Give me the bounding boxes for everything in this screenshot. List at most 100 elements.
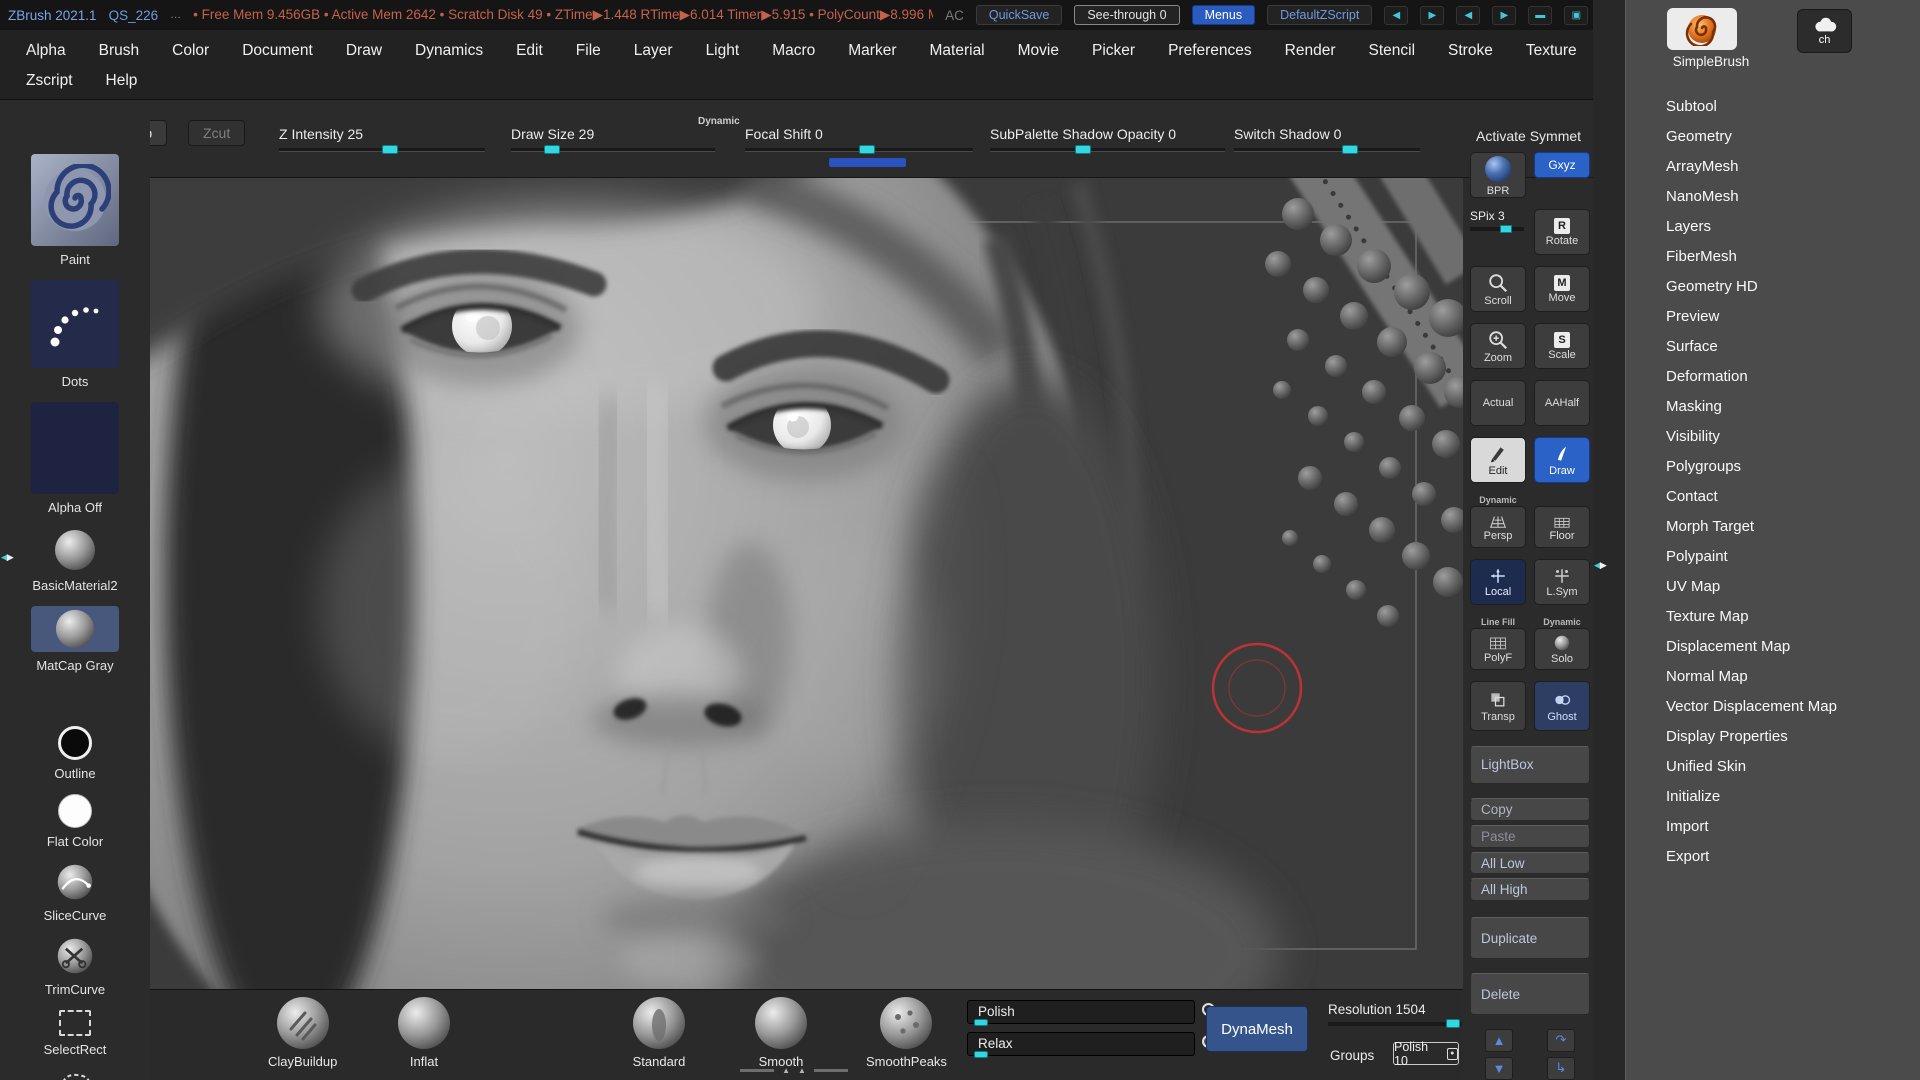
scroll-button[interactable]: Scroll — [1470, 266, 1526, 312]
switch-shadow-slider[interactable]: Switch Shadow 0 — [1234, 126, 1420, 152]
focal-shift-slider[interactable]: Focal Shift 0 — [745, 126, 973, 152]
palette-item-layers[interactable]: Layers — [1626, 212, 1920, 242]
menu-render[interactable]: Render — [1285, 42, 1336, 60]
menu-file[interactable]: File — [576, 42, 601, 60]
palette-item-uv-map[interactable]: UV Map — [1626, 572, 1920, 602]
menu-material[interactable]: Material — [930, 42, 985, 60]
brush-standard[interactable]: Standard — [631, 995, 687, 1069]
sculpt-viewport[interactable] — [150, 178, 1463, 989]
menu-color[interactable]: Color — [172, 42, 209, 60]
slider-thumb[interactable] — [974, 1051, 988, 1058]
palette-item-fibermesh[interactable]: FiberMesh — [1626, 242, 1920, 272]
right-panel-divider-handle[interactable]: ◀▶ — [1594, 560, 1606, 571]
menu-edit[interactable]: Edit — [516, 42, 543, 60]
menus-button[interactable]: Menus — [1192, 5, 1256, 25]
copy-button[interactable]: Copy — [1470, 798, 1590, 821]
solo-button[interactable]: Solo — [1534, 628, 1590, 670]
material-item[interactable]: BasicMaterial2 — [32, 528, 117, 593]
slider-thumb[interactable] — [382, 145, 398, 154]
menu-stencil[interactable]: Stencil — [1369, 42, 1416, 60]
palette-item-display-properties[interactable]: Display Properties — [1626, 722, 1920, 752]
palette-item-preview[interactable]: Preview — [1626, 302, 1920, 332]
transp-button[interactable]: Transp — [1470, 681, 1526, 731]
outline-color-swatch[interactable] — [58, 726, 92, 760]
palette-item-displacement-map[interactable]: Displacement Map — [1626, 632, 1920, 662]
palette-item-import[interactable]: Import — [1626, 812, 1920, 842]
dock-left-icon[interactable]: ◀ — [1384, 6, 1408, 25]
palette-item-contact[interactable]: Contact — [1626, 482, 1920, 512]
palette-item-geometry[interactable]: Geometry — [1626, 122, 1920, 152]
slider-thumb[interactable] — [1446, 1019, 1460, 1028]
menu-preferences[interactable]: Preferences — [1168, 42, 1252, 60]
draw-size-slider[interactable]: Draw Size 29 — [511, 126, 715, 152]
paint-brush-thumbnail[interactable] — [31, 154, 119, 246]
all-high-button[interactable]: All High — [1470, 878, 1590, 901]
trim-curve-icon[interactable] — [55, 936, 95, 976]
slider-thumb[interactable] — [1342, 145, 1358, 154]
activate-symmetry-button[interactable]: Activate Symmet — [1476, 128, 1581, 144]
aahalf-button[interactable]: AAHalf — [1534, 380, 1590, 426]
scale-button[interactable]: S Scale — [1534, 323, 1590, 369]
rotate-button[interactable]: R Rotate — [1534, 209, 1590, 255]
menu-zscript[interactable]: Zscript — [26, 72, 73, 90]
palette-item-texture-map[interactable]: Texture Map — [1626, 602, 1920, 632]
palette-item-geometry-hd[interactable]: Geometry HD — [1626, 272, 1920, 302]
palette-item-unified-skin[interactable]: Unified Skin — [1626, 752, 1920, 782]
slider-thumb[interactable] — [1075, 145, 1091, 154]
edit-button[interactable]: Edit — [1470, 437, 1526, 483]
draw-button[interactable]: Draw — [1534, 437, 1590, 483]
dynamesh-polish-slider[interactable]: Polish 10 ● — [1393, 1042, 1459, 1065]
palette-item-morph-target[interactable]: Morph Target — [1626, 512, 1920, 542]
menu-draw[interactable]: Draw — [346, 42, 382, 60]
lsym-button[interactable]: L.Sym — [1534, 559, 1590, 605]
select-lasso-icon[interactable] — [55, 1070, 95, 1080]
current-brush-item[interactable]: Paint — [31, 154, 119, 267]
resolution-slider[interactable]: Resolution 1504 — [1328, 1002, 1462, 1026]
palette-item-polygroups[interactable]: Polygroups — [1626, 452, 1920, 482]
palette-item-initialize[interactable]: Initialize — [1626, 782, 1920, 812]
palette-item-surface[interactable]: Surface — [1626, 332, 1920, 362]
menu-document[interactable]: Document — [242, 42, 313, 60]
stroke-item[interactable]: Dots — [31, 280, 119, 389]
palette-item-normal-map[interactable]: Normal Map — [1626, 662, 1920, 692]
minimize-icon[interactable]: ▬ — [1528, 6, 1552, 25]
left-panel-divider-handle[interactable]: ◀▶ — [1, 552, 13, 563]
polish-cap-icon[interactable]: ● — [1447, 1048, 1458, 1060]
palette-item-nanomesh[interactable]: NanoMesh — [1626, 182, 1920, 212]
menu-layer[interactable]: Layer — [634, 42, 673, 60]
brush-smooth[interactable]: Smooth — [753, 995, 809, 1069]
ghost-button[interactable]: Ghost — [1534, 681, 1590, 731]
slider-thumb[interactable] — [544, 145, 560, 154]
bpr-button[interactable]: BPR — [1470, 152, 1526, 198]
slider-thumb[interactable] — [859, 145, 875, 154]
lightbox-button[interactable]: LightBox — [1470, 746, 1590, 784]
brush-claybuildup[interactable]: ClayBuildup — [268, 995, 337, 1069]
brush-inflat[interactable]: Inflat — [396, 995, 452, 1069]
duplicate-button[interactable]: Duplicate — [1470, 917, 1590, 959]
matcap-item[interactable]: MatCap Gray — [31, 606, 119, 673]
relax-slider[interactable]: Relax — [967, 1032, 1195, 1056]
flat-color-swatch[interactable] — [58, 794, 92, 828]
subtool-branch-icon[interactable]: ↳ — [1547, 1057, 1575, 1080]
zoom-button[interactable]: Zoom — [1470, 323, 1526, 369]
dots-stroke-thumbnail[interactable] — [31, 280, 119, 368]
polyf-button[interactable]: PolyF — [1470, 628, 1526, 670]
tool-slot-ch[interactable]: ch 20 — [1797, 9, 1852, 53]
all-low-button[interactable]: All Low — [1470, 852, 1590, 875]
see-through-slider[interactable]: See-through 0 — [1074, 5, 1179, 25]
palette-item-arraymesh[interactable]: ArrayMesh — [1626, 152, 1920, 182]
floor-button[interactable]: Floor — [1534, 506, 1590, 548]
select-rect-icon[interactable] — [59, 1010, 91, 1036]
palette-item-export[interactable]: Export — [1626, 842, 1920, 872]
subpalette-shadow-opacity-slider[interactable]: SubPalette Shadow Opacity 0 — [990, 126, 1225, 152]
trimcurve-item[interactable]: TrimCurve — [45, 936, 105, 997]
subtool-up-icon[interactable]: ▲ — [1485, 1029, 1513, 1052]
selectlasso-item[interactable]: SelectLasso — [40, 1070, 111, 1080]
dock-right-icon[interactable]: ▶ — [1420, 6, 1444, 25]
local-button[interactable]: Local — [1470, 559, 1526, 605]
alpha-item[interactable]: Alpha Off — [31, 402, 119, 515]
palette-item-polypaint[interactable]: Polypaint — [1626, 542, 1920, 572]
dynamesh-button[interactable]: DynaMesh — [1206, 1006, 1308, 1052]
move-button[interactable]: M Move — [1534, 266, 1590, 312]
panel-right-icon[interactable]: ▶ — [1492, 6, 1516, 25]
